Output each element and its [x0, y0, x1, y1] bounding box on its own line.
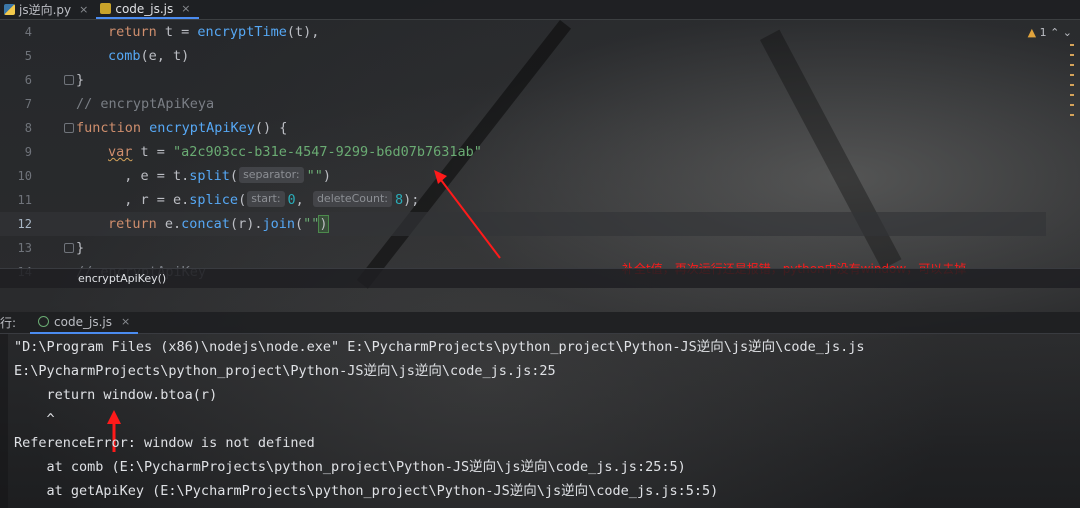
tab-run-code-js[interactable]: code_js.js × — [30, 312, 139, 334]
run-config-icon — [38, 316, 50, 327]
console-gutter — [0, 334, 8, 508]
console-error-line: ReferenceError: window is not defined — [14, 435, 315, 451]
arrow-line — [437, 175, 501, 259]
breadcrumb[interactable]: encryptApiKey() — [0, 268, 1080, 288]
run-tab-label: code_js.js — [54, 314, 112, 329]
run-panel-header: 行: code_js.js × — [0, 312, 1080, 334]
arrow-head — [107, 410, 121, 424]
console-line: at comb (E:\PycharmProjects\python_proje… — [14, 459, 686, 475]
close-icon[interactable]: × — [121, 315, 130, 328]
console-line: at getApiKey (E:\PycharmProjects\python_… — [14, 483, 719, 499]
console-line: E:\PycharmProjects\python_project\Python… — [14, 363, 556, 379]
console-line: ^ — [14, 411, 55, 427]
arrow-head — [434, 170, 447, 184]
run-label: 行: — [0, 316, 17, 330]
console-line: "D:\Program Files (x86)\nodejs\node.exe"… — [14, 339, 865, 355]
console-line: return window.btoa(r) — [14, 387, 218, 403]
